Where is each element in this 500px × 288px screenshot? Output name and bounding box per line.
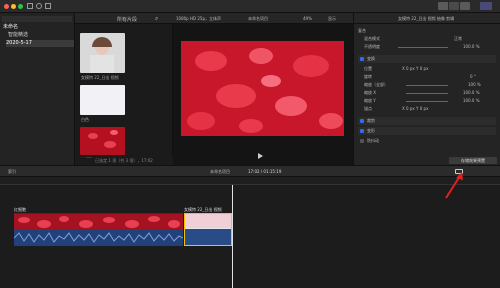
browser-toolbar: 所有片段 ⌕ xyxy=(75,13,173,24)
library-toggle-button[interactable] xyxy=(438,2,448,10)
annotation-arrow-icon xyxy=(445,172,463,199)
timeline-project-name: 未命名项目 xyxy=(210,169,230,174)
scale-y-slider[interactable] xyxy=(406,101,448,102)
distort-checkbox[interactable] xyxy=(360,129,364,133)
viewer: 1080p HD 25p，立体声 未命名项目 49% 显示 xyxy=(173,13,353,165)
top-toolbar xyxy=(0,0,500,13)
viewer-toolbar: 1080p HD 25p，立体声 未命名项目 49% 显示 xyxy=(173,13,353,24)
library-sidebar: 未命名 智能精选 2020-5-17 xyxy=(0,13,75,165)
clip-filter[interactable]: 所有片段 xyxy=(117,16,137,23)
stabilization-checkbox[interactable] xyxy=(360,139,364,143)
video-clip-blood-cells[interactable] xyxy=(14,213,183,229)
clip-thumbnail-blood-cells[interactable] xyxy=(80,127,125,155)
inspector-row-label: 缩放 X xyxy=(364,90,377,95)
save-effects-preset-button[interactable]: 存储效果预置 xyxy=(449,157,497,164)
transform-checkbox[interactable] xyxy=(360,57,364,61)
position-value[interactable]: X 0 px Y 0 px xyxy=(402,65,428,73)
browser-toggle-button[interactable] xyxy=(449,2,459,10)
scale-all-slider[interactable] xyxy=(406,85,448,86)
rotation-value[interactable]: 0 ° xyxy=(470,73,476,81)
viewer-image xyxy=(181,41,344,136)
inspector-row-label: 位置 xyxy=(364,66,372,71)
inspector-section-transform: 变换 xyxy=(367,56,375,61)
selected-clip[interactable] xyxy=(184,213,232,246)
inspector-section-stabilization: 防抖动 xyxy=(367,138,379,143)
inspector-section-crop: 裁剪 xyxy=(367,118,375,123)
blend-mode-select[interactable]: 正常 xyxy=(454,35,462,43)
playhead[interactable] xyxy=(232,185,233,288)
background-tasks-button[interactable] xyxy=(45,3,51,9)
share-button[interactable] xyxy=(480,2,492,10)
clip-label-white: 白色 xyxy=(81,117,89,122)
library-item-event[interactable]: 2020-5-17 xyxy=(6,40,74,47)
viewer-format: 1080p HD 25p，立体声 xyxy=(176,16,221,21)
opacity-slider[interactable] xyxy=(398,47,448,48)
timeline-toggle-button[interactable] xyxy=(460,2,470,10)
keywords-button[interactable] xyxy=(36,3,42,9)
minimize-window-button[interactable] xyxy=(11,4,16,9)
inspector-clip-name: 女模特 22_日出 视频 抽像 剪辑 xyxy=(398,16,455,21)
scale-x-slider[interactable] xyxy=(406,93,448,94)
play-icon[interactable] xyxy=(258,153,263,159)
library-item-smart[interactable]: 智能精选 xyxy=(8,32,28,39)
viewer-view-menu[interactable]: 显示 xyxy=(328,16,336,22)
crop-checkbox[interactable] xyxy=(360,119,364,123)
clip-thumbnail-white[interactable] xyxy=(80,85,125,115)
zoom-window-button[interactable] xyxy=(18,4,23,9)
index-button[interactable]: 索引 xyxy=(8,169,16,175)
inspector-row-label: 缩放（全部） xyxy=(364,82,388,87)
opacity-value[interactable]: 100.0 % xyxy=(463,43,480,51)
import-media-button[interactable] xyxy=(27,3,33,9)
timeline: 红细胞 女模特 22_日出 视频 xyxy=(0,185,500,288)
inspector-section-distort: 变形 xyxy=(367,128,375,133)
browser-status: 已选定 1 项（共 3 项），17:02 xyxy=(75,158,173,165)
scale-all-value[interactable]: 100 % xyxy=(468,81,481,89)
viewer-project: 未命名项目 xyxy=(248,16,268,21)
inspector-row-label: 缩放 Y xyxy=(364,98,376,103)
close-window-button[interactable] xyxy=(4,4,9,9)
viewer-zoom[interactable]: 49% xyxy=(303,16,312,21)
library-title[interactable]: 未命名 xyxy=(3,24,18,31)
timecode-display: 17:02 / 01:15:19 xyxy=(248,169,282,174)
clip-label-woman: 女模特 22_日出 视频 xyxy=(81,75,119,80)
search-icon[interactable]: ⌕ xyxy=(155,15,158,23)
inspector-row-label: 混合模式 xyxy=(364,36,380,41)
anchor-value[interactable]: X 0 px Y 0 px xyxy=(402,105,428,113)
scale-x-value[interactable]: 100.0 % xyxy=(463,89,480,97)
inspector-row-label: 旋转 xyxy=(364,74,372,79)
media-browser: 所有片段 ⌕ 女模特 22_日出 视频 白色 红细胞 xyxy=(75,13,173,165)
inspector-row-label: 不透明度 xyxy=(364,44,380,49)
inspector-row-label: 锚点 xyxy=(364,106,372,111)
scale-y-value[interactable]: 100.0 % xyxy=(463,97,480,105)
timeline-ruler[interactable] xyxy=(0,177,500,185)
audio-waveform[interactable] xyxy=(13,229,184,246)
inspector-row-label: 复合 xyxy=(358,28,366,33)
timeline-toolbar: 索引 未命名项目 17:02 / 01:15:19 xyxy=(0,165,500,177)
inspector: 女模特 22_日出 视频 抽像 剪辑 复合 混合模式 正常 不透明度 100.0 %… xyxy=(353,13,500,165)
clip-thumbnail-woman[interactable] xyxy=(80,33,125,73)
